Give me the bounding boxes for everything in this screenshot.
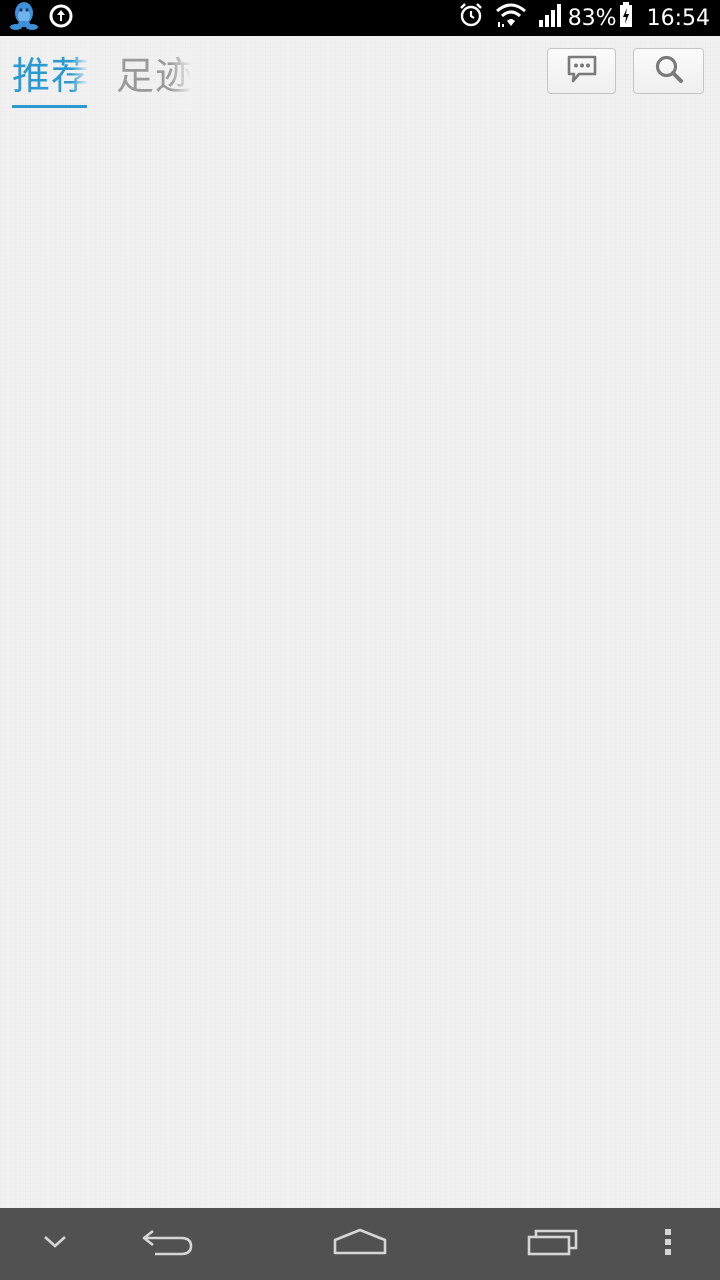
clock: 16:54 [646,5,710,31]
back-icon [141,1227,195,1261]
recent-apps-icon [526,1227,580,1261]
tab-footprint-label: 足迹 [116,54,192,98]
home-icon [332,1227,388,1261]
home-button[interactable] [320,1208,400,1280]
overflow-menu-icon [663,1227,673,1261]
message-button[interactable] [547,48,616,94]
hide-keyboard-icon [42,1234,68,1254]
status-bar: 83% 16:54 [0,0,720,36]
navigation-bar [0,1208,720,1280]
battery-charging-icon [619,2,633,34]
recent-apps-button[interactable] [513,1208,593,1280]
content-area[interactable] [0,116,720,1208]
tab-footprint[interactable]: 足迹 [116,50,192,110]
hide-keyboard-button[interactable] [20,1208,90,1280]
qq-icon [10,1,38,35]
wifi-icon [494,2,528,34]
tab-indicator [12,105,87,108]
overflow-menu-button[interactable] [640,1208,696,1280]
notification-icons [10,1,74,35]
message-icon [566,54,598,88]
back-button[interactable] [128,1208,208,1280]
top-bar: 推荐 足迹 [0,36,720,116]
battery-percent: 83% [567,5,617,31]
search-button[interactable] [633,48,704,94]
app-screen: 83% 16:54 推荐 足迹 [0,0,720,1280]
signal-icon [538,2,564,34]
tab-recommend-label: 推荐 [12,54,87,98]
search-icon [654,54,684,88]
system-status: 83% 16:54 [458,0,710,36]
signal-group: 83% [538,2,633,34]
tab-recommend[interactable]: 推荐 [12,50,87,110]
sync-icon [48,3,74,33]
alarm-icon [458,2,484,34]
